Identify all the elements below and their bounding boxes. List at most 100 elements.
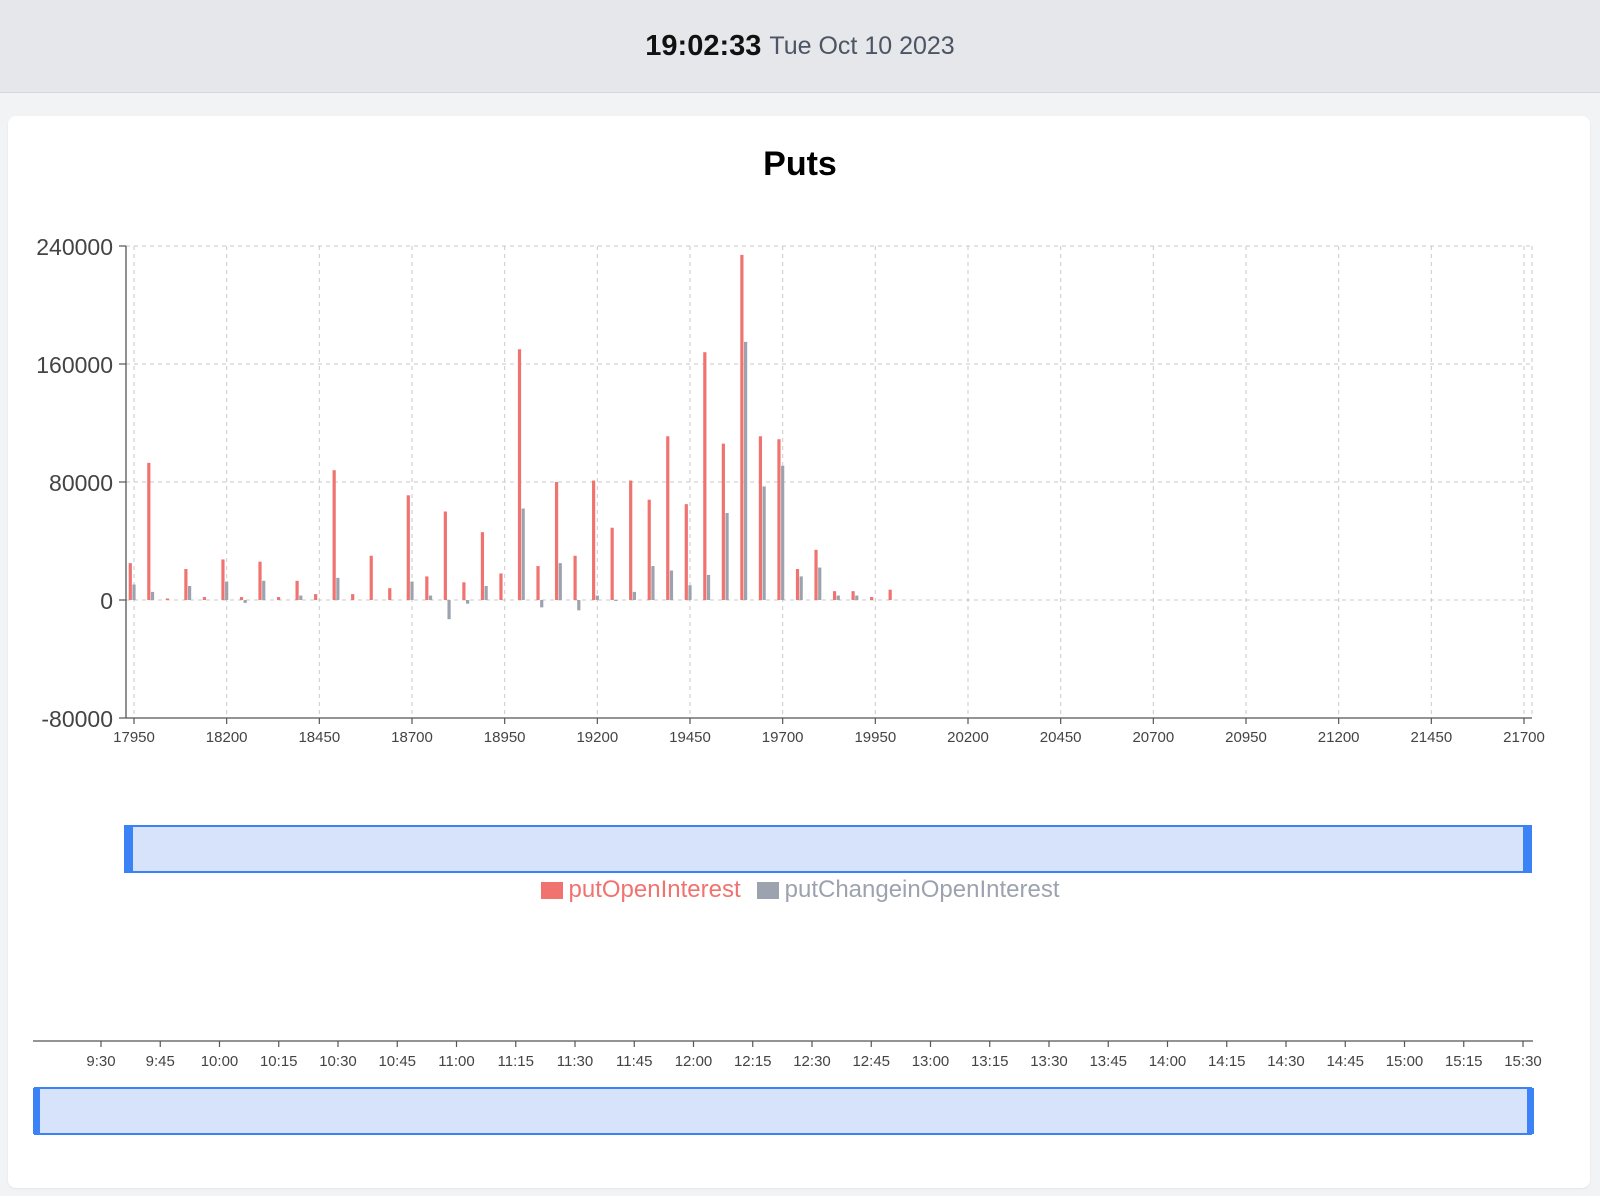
- y-tick-label: -80000: [41, 706, 113, 732]
- put-change-in-open-interest-bar: [781, 465, 785, 600]
- y-tick-label: 0: [100, 588, 113, 614]
- put-change-in-open-interest-bar: [744, 341, 748, 600]
- x-tick-label: 18200: [206, 729, 248, 746]
- legend-swatch-put-change-in-open-interest: [756, 881, 779, 899]
- put-change-in-open-interest-bar: [243, 600, 247, 603]
- strike-slider-right-handle[interactable]: [1523, 826, 1532, 872]
- y-tick-label: 240000: [36, 234, 113, 260]
- time-slider-left-handle[interactable]: [33, 1088, 40, 1134]
- time-slider-right-handle[interactable]: [1527, 1088, 1534, 1134]
- put-change-in-open-interest-bar: [299, 595, 303, 600]
- x-tick-label: 18950: [484, 729, 526, 746]
- put-open-interest-bar: [851, 591, 855, 600]
- x-tick-label: 19700: [762, 729, 804, 746]
- time-tick-label: 12:00: [675, 1053, 713, 1070]
- put-change-in-open-interest-bar: [595, 595, 599, 600]
- x-tick-label: 20450: [1040, 729, 1082, 746]
- time-tick-label: 11:30: [557, 1053, 593, 1070]
- time-tick-label: 14:15: [1208, 1053, 1246, 1070]
- put-open-interest-bar: [499, 573, 503, 600]
- put-open-interest-bar: [221, 559, 225, 600]
- x-tick-label: 17950: [113, 729, 155, 746]
- y-axis-ticks: 240000 160000 80000 0 -80000: [36, 234, 113, 732]
- put-open-interest-bar: [684, 504, 688, 600]
- time-tick-label: 12:30: [793, 1053, 831, 1070]
- put-open-interest-bar: [592, 480, 596, 600]
- time-tick-label: 13:45: [1089, 1053, 1127, 1070]
- x-tick-label: 21450: [1410, 729, 1452, 746]
- put-open-interest-bar: [332, 470, 336, 600]
- put-change-in-open-interest-bar: [540, 600, 544, 608]
- time-tick-label: 12:45: [852, 1053, 890, 1070]
- put-open-interest-bar: [610, 527, 614, 600]
- time-range-slider[interactable]: [33, 1087, 1534, 1135]
- put-change-in-open-interest-bar: [336, 577, 340, 600]
- put-change-in-open-interest-bar: [706, 574, 711, 600]
- put-open-interest-bar: [165, 598, 169, 600]
- time-tick-label: 15:00: [1386, 1053, 1424, 1070]
- put-open-interest-bar: [832, 591, 837, 600]
- puts-chart: 240000 160000 80000 0 -80000 17950 18200 18450…: [33, 234, 1545, 1135]
- legend-item-put-open-interest[interactable]: putOpenInterest: [540, 876, 741, 904]
- put-change-in-open-interest-bar: [188, 585, 192, 600]
- put-open-interest-bar: [258, 561, 262, 600]
- strike-range-slider[interactable]: [124, 825, 1532, 873]
- put-change-in-open-interest-bar: [428, 595, 433, 600]
- legend-label-put-open-interest: putOpenInterest: [568, 876, 741, 903]
- put-open-interest-bar: [351, 594, 355, 600]
- put-open-interest-bar: [184, 569, 188, 600]
- time-tick-label: 10:45: [378, 1053, 416, 1070]
- grid: [126, 245, 1533, 719]
- put-change-in-open-interest-bar: [762, 486, 766, 600]
- put-open-interest-bar: [795, 569, 800, 600]
- put-open-interest-bar: [202, 597, 207, 600]
- put-open-interest-bar: [573, 555, 577, 600]
- x-tick-label: 20700: [1132, 729, 1174, 746]
- put-open-interest-bar: [443, 511, 447, 600]
- chart-legend: putOpenInterest putChangeinOpenInterest: [0, 876, 1600, 904]
- time-tick-label: 15:30: [1504, 1053, 1542, 1070]
- x-tick-label: 20950: [1225, 729, 1267, 746]
- put-open-interest-bar: [703, 352, 707, 600]
- x-tick-label: 21700: [1503, 729, 1545, 746]
- put-open-interest-bar: [276, 597, 281, 600]
- time-axis-ticks: 9:30 9:45 10:00 10:15 10:30 10:45 11:00 11:15 11…: [86, 1041, 1542, 1070]
- put-open-interest-bar: [314, 594, 318, 600]
- bars: [128, 254, 892, 620]
- y-tick-label: 160000: [36, 352, 113, 378]
- put-open-interest-bar: [870, 597, 874, 600]
- time-tick-label: 11:15: [498, 1053, 534, 1070]
- time-tick-label: 13:15: [971, 1053, 1009, 1070]
- put-open-interest-bar: [777, 439, 781, 600]
- time-tick-label: 12:15: [734, 1053, 772, 1070]
- x-tick-label: 19200: [576, 729, 618, 746]
- put-open-interest-bar: [888, 589, 892, 600]
- x-tick-label: 18700: [391, 729, 433, 746]
- time-tick-label: 11:00: [438, 1053, 474, 1070]
- strike-slider-track[interactable]: [124, 825, 1532, 873]
- time-tick-label: 9:45: [146, 1053, 175, 1070]
- time-tick-label: 14:00: [1149, 1053, 1187, 1070]
- y-tick-label: 80000: [49, 470, 113, 496]
- put-change-in-open-interest-bar: [577, 600, 581, 611]
- put-change-in-open-interest-bar: [688, 585, 692, 600]
- put-change-in-open-interest-bar: [632, 591, 636, 600]
- put-change-in-open-interest-bar: [484, 585, 488, 600]
- put-open-interest-bar: [517, 349, 522, 600]
- put-change-in-open-interest-bar: [799, 576, 803, 600]
- put-change-in-open-interest-bar: [855, 595, 859, 600]
- time-slider-track[interactable]: [34, 1087, 1532, 1135]
- put-change-in-open-interest-bar: [466, 600, 470, 604]
- put-open-interest-bar: [666, 436, 670, 600]
- x-tick-label: 19450: [669, 729, 711, 746]
- x-tick-label: 18450: [298, 729, 340, 746]
- time-tick-label: 13:30: [1030, 1053, 1068, 1070]
- put-open-interest-bar: [480, 532, 485, 600]
- x-tick-label: 20200: [947, 729, 989, 746]
- put-open-interest-bar: [369, 555, 373, 600]
- legend-item-put-change-in-open-interest[interactable]: putChangeinOpenInterest: [756, 876, 1060, 904]
- strike-slider-left-handle[interactable]: [124, 826, 133, 872]
- put-change-in-open-interest-bar: [521, 508, 525, 600]
- put-open-interest-bar: [554, 482, 559, 600]
- put-open-interest-bar: [629, 480, 633, 600]
